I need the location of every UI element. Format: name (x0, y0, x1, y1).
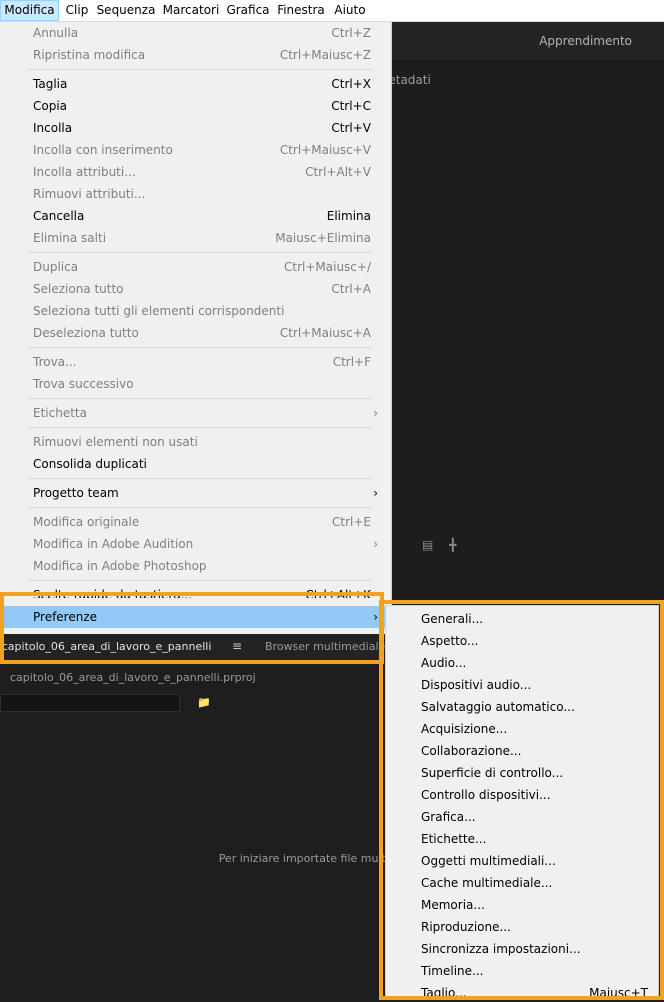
separator (28, 347, 372, 348)
project-file-name: capitolo_06_area_di_lavoro_e_pannelli.pr… (10, 671, 256, 684)
pref-superficie-controllo[interactable]: Superficie di controllo... (386, 762, 658, 784)
pref-aspetto[interactable]: Aspetto... (386, 630, 658, 652)
menu-item-annulla[interactable]: Annulla Ctrl+Z (0, 22, 390, 44)
chevron-right-icon: › (373, 537, 378, 551)
separator (28, 252, 372, 253)
media-browser-tab[interactable]: Browser multimediale (265, 640, 385, 653)
chevron-right-icon: › (373, 486, 378, 500)
project-tab[interactable]: Progetto: capitolo_06_area_di_lavoro_e_p… (0, 640, 226, 653)
pref-sincronizza-impostazioni[interactable]: Sincronizza impostazioni... (386, 938, 658, 960)
workspace-apprendimento[interactable]: Apprendimento (539, 34, 632, 48)
menu-item-duplica[interactable]: Duplica Ctrl+Maiusc+/ (0, 256, 390, 278)
project-search-input[interactable] (0, 694, 180, 712)
menu-clip[interactable]: Clip (62, 0, 92, 21)
metadata-tab[interactable]: Metadati (392, 73, 432, 87)
pref-audio[interactable]: Audio... (386, 652, 658, 674)
menu-finestra[interactable]: Finestra (276, 0, 326, 21)
pref-memoria[interactable]: Memoria... (386, 894, 658, 916)
pref-timeline[interactable]: Timeline... (386, 960, 658, 982)
separator (28, 478, 372, 479)
menu-item-cancella[interactable]: Cancella Elimina (0, 205, 390, 227)
edit-menu: Annulla Ctrl+Z Ripristina modifica Ctrl+Ma… (0, 22, 392, 634)
menu-modifica[interactable]: Modifica (0, 0, 59, 21)
menu-item-preferenze[interactable]: Preferenze › (0, 606, 390, 628)
menu-item-trova[interactable]: Trova... Ctrl+F (0, 351, 390, 373)
pref-dispositivi-audio[interactable]: Dispositivi audio... (386, 674, 658, 696)
pref-grafica[interactable]: Grafica... (386, 806, 658, 828)
menu-item-deseleziona-tutto[interactable]: Deseleziona tutto Ctrl+Maiusc+A (0, 322, 390, 344)
columns-icon[interactable]: ╋ (449, 538, 456, 552)
pref-oggetti-multimediali[interactable]: Oggetti multimediali... (386, 850, 658, 872)
chevron-right-icon: › (373, 406, 378, 420)
menu-aiuto[interactable]: Aiuto (332, 0, 368, 21)
separator (28, 507, 372, 508)
menu-item-trova-successivo[interactable]: Trova successivo (0, 373, 390, 395)
pref-cache-multimediale[interactable]: Cache multimediale... (386, 872, 658, 894)
menu-item-modifica-audition[interactable]: Modifica in Adobe Audition › (0, 533, 390, 555)
pref-collaborazione[interactable]: Collaborazione... (386, 740, 658, 762)
pref-etichette[interactable]: Etichette... (386, 828, 658, 850)
pref-taglio[interactable]: Taglio... Maiusc+T (386, 982, 658, 999)
menu-item-modifica-photoshop[interactable]: Modifica in Adobe Photoshop (0, 555, 390, 577)
panel-menu-icon[interactable]: ≡ (232, 639, 242, 653)
panel-tools: ▤ ╋ (422, 538, 468, 552)
menu-item-modifica-originale[interactable]: Modifica originale Ctrl+E (0, 511, 390, 533)
pref-acquisizione[interactable]: Acquisizione... (386, 718, 658, 740)
menu-item-incolla[interactable]: Incolla Ctrl+V (0, 117, 390, 139)
separator (28, 427, 372, 428)
pref-controllo-dispositivi[interactable]: Controllo dispositivi... (386, 784, 658, 806)
menu-grafica[interactable]: Grafica (226, 0, 270, 21)
menu-marcatori[interactable]: Marcatori (162, 0, 220, 21)
menu-item-rimuovi-attributi[interactable]: Rimuovi attributi... (0, 183, 390, 205)
list-view-icon[interactable]: ▤ (422, 538, 433, 552)
menu-item-ripristina[interactable]: Ripristina modifica Ctrl+Maiusc+Z (0, 44, 390, 66)
folder-search-icon[interactable]: 📁 (197, 696, 211, 709)
chevron-right-icon: › (373, 610, 378, 624)
menu-item-incolla-inserimento[interactable]: Incolla con inserimento Ctrl+Maiusc+V (0, 139, 390, 161)
menubar: Modifica Clip Sequenza Marcatori Grafica… (0, 0, 664, 22)
pref-riproduzione[interactable]: Riproduzione... (386, 916, 658, 938)
menu-item-incolla-attributi[interactable]: Incolla attributi... Ctrl+Alt+V (0, 161, 390, 183)
menu-item-consolida-duplicati[interactable]: Consolida duplicati (0, 453, 390, 475)
menu-item-copia[interactable]: Copia Ctrl+C (0, 95, 390, 117)
menu-item-elimina-salti[interactable]: Elimina salti Maiusc+Elimina (0, 227, 390, 249)
menu-item-progetto-team[interactable]: Progetto team › (0, 482, 390, 504)
menu-item-seleziona-tutto[interactable]: Seleziona tutto Ctrl+A (0, 278, 390, 300)
pref-salvataggio-automatico[interactable]: Salvataggio automatico... (386, 696, 658, 718)
menu-item-taglia[interactable]: Taglia Ctrl+X (0, 73, 390, 95)
menu-item-etichetta[interactable]: Etichetta › (0, 402, 390, 424)
metadata-panel: Metadati ▤ ╋ (392, 60, 664, 600)
separator (28, 69, 372, 70)
workspace-bar: Apprendimento (392, 22, 664, 60)
menu-item-scelte-rapide[interactable]: Scelte rapide da tastiera... Ctrl+Alt+K (0, 584, 390, 598)
pref-generali[interactable]: Generali... (386, 608, 658, 630)
separator (28, 580, 372, 581)
separator (28, 398, 372, 399)
menu-item-rimuovi-non-usati[interactable]: Rimuovi elementi non usati (0, 431, 390, 453)
menu-item-seleziona-corrispondenti[interactable]: Seleziona tutti gli elementi corrisponde… (0, 300, 390, 322)
menu-sequenza[interactable]: Sequenza (96, 0, 156, 21)
preferences-submenu: Generali... Aspetto... Audio... Disposit… (385, 605, 659, 1000)
